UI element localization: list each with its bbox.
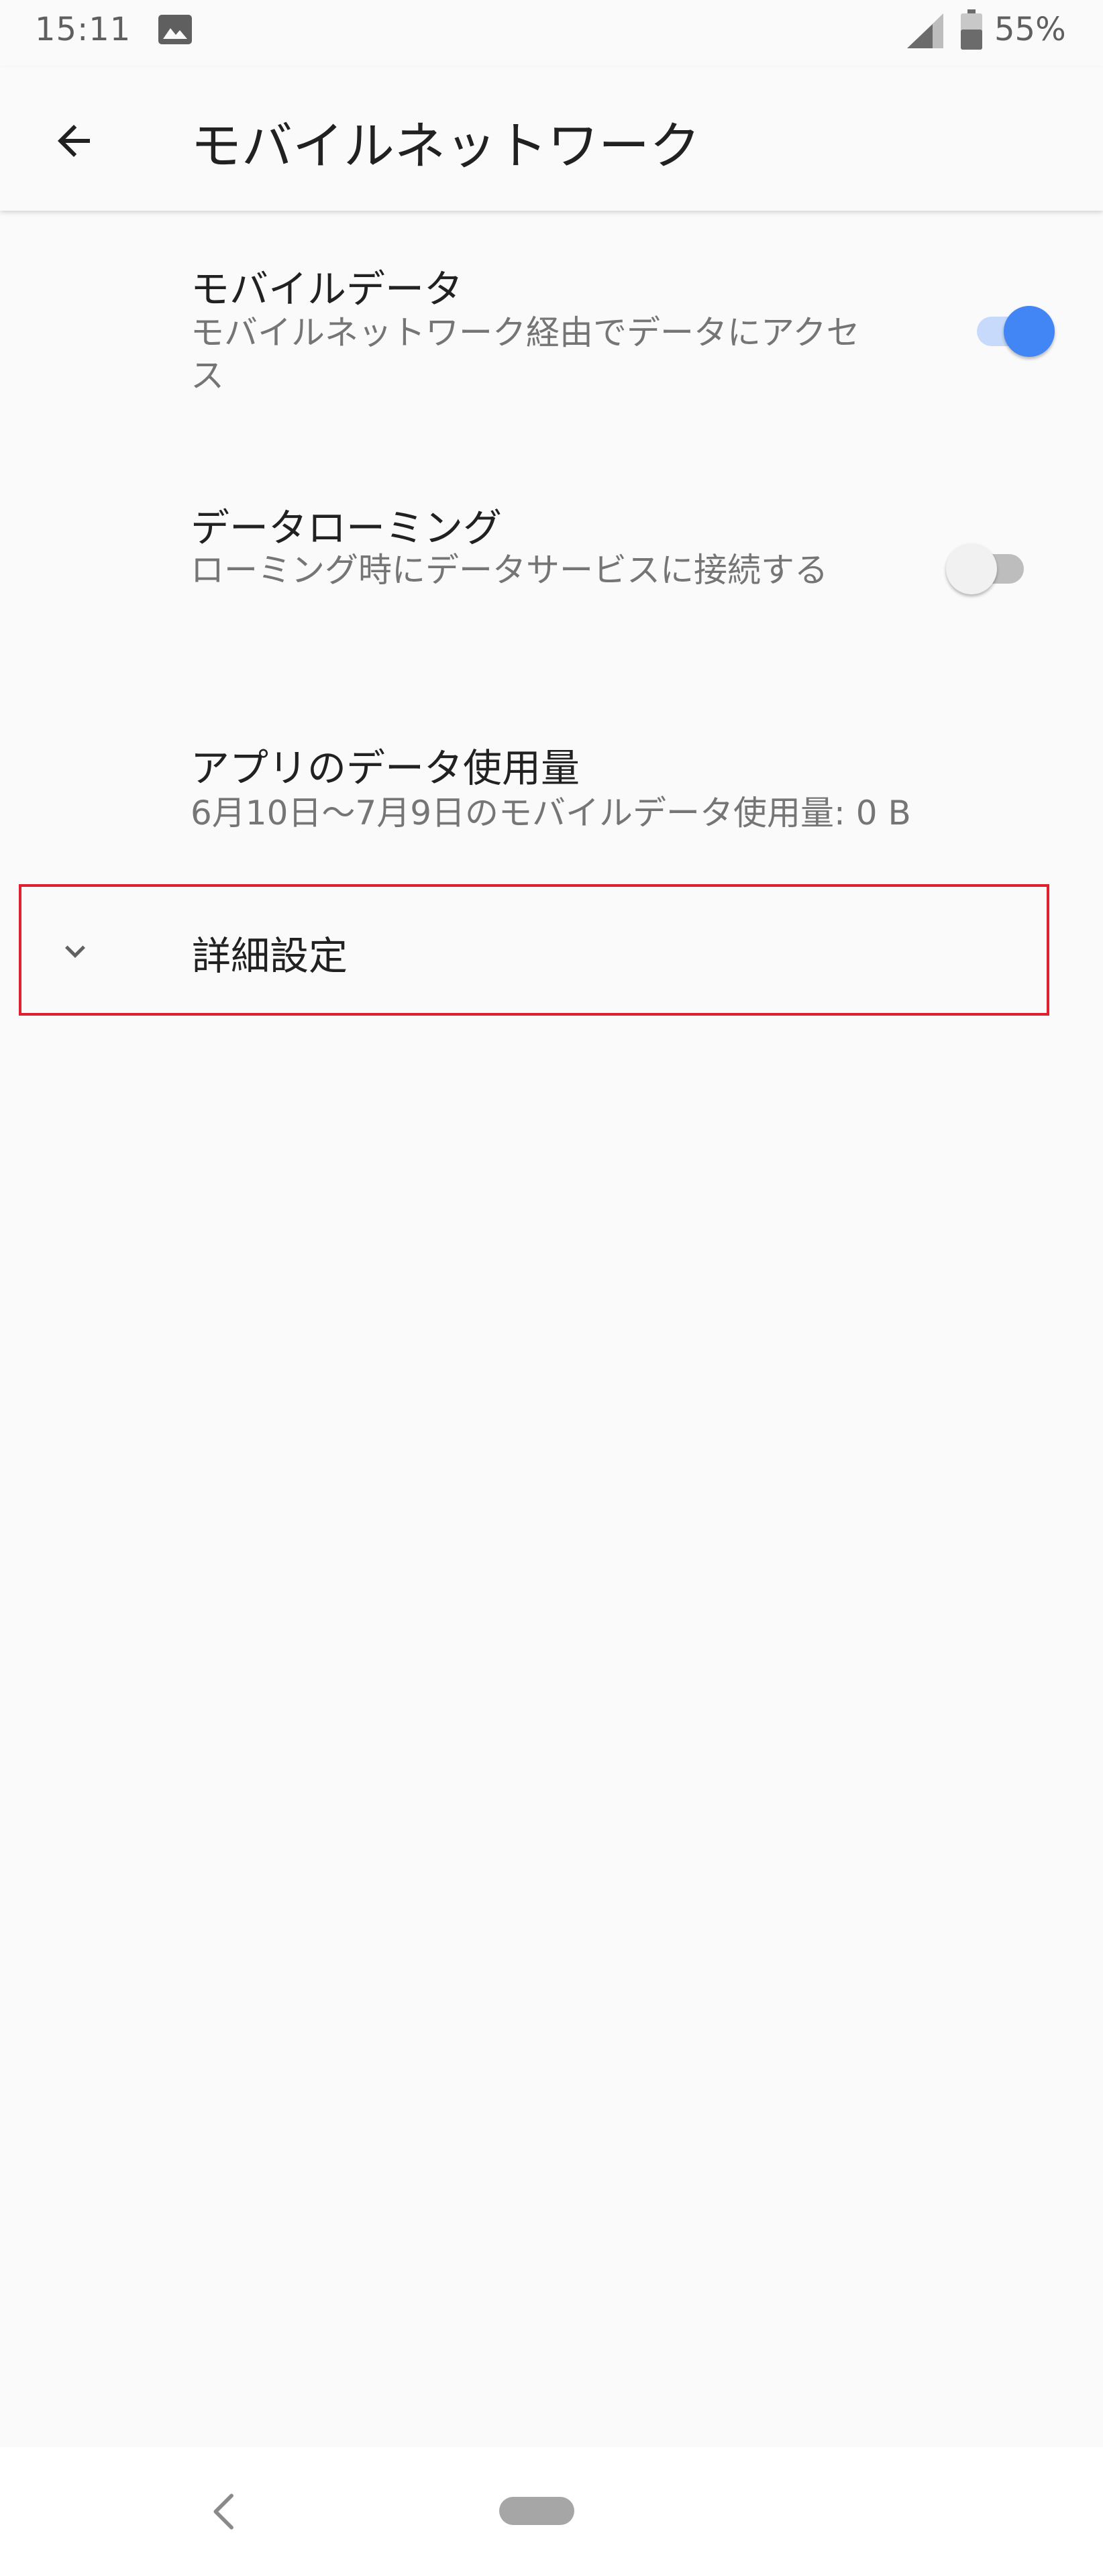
data-roaming-item[interactable]: データローミング ローミング時にデータサービスに接続する [0,445,1103,684]
switch-thumb [1004,306,1055,357]
app-data-usage-item[interactable]: アプリのデータ使用量 6月10日〜7月9日のモバイルデータ使用量: 0 B [0,684,1103,879]
chevron-down-icon [65,945,85,958]
status-time: 15:11 [35,11,132,48]
advanced-settings-row[interactable]: 詳細設定 [19,884,1049,1016]
home-pill-icon[interactable] [499,2497,574,2525]
page-title: モバイルネットワーク [191,116,700,176]
nav-back-icon[interactable] [199,2486,250,2537]
arrow-back-icon [58,125,90,157]
app-data-usage-summary: 6月10日〜7月9日のモバイルデータ使用量: 0 B [191,794,911,833]
data-roaming-title: データローミング [191,505,503,551]
navigation-bar [0,2447,1103,2576]
battery-icon [961,9,982,50]
signal-icon [907,13,943,48]
mobile-data-title: モバイルデータ [191,266,464,312]
app-bar: モバイルネットワーク [0,67,1103,211]
battery-percent: 55% [994,11,1066,48]
mobile-data-summary: モバイルネットワーク経由でデータにアクセス [191,313,860,395]
status-bar: 15:11 55% [0,0,1103,67]
app-data-usage-title: アプリのデータ使用量 [191,745,580,791]
advanced-settings-label: 詳細設定 [192,933,348,979]
image-icon [158,15,192,44]
back-button[interactable] [34,101,114,181]
mobile-data-switch[interactable] [969,297,1055,364]
data-roaming-summary: ローミング時にデータサービスに接続する [191,551,828,590]
mobile-data-item[interactable]: モバイルデータ モバイルネットワーク経由でデータにアクセス [0,211,1103,445]
data-roaming-switch[interactable] [946,534,1032,601]
switch-thumb [946,543,997,594]
screen: 15:11 55% モバイルネットワーク モバイルデータ モバイルネットワーク経… [0,0,1103,2576]
